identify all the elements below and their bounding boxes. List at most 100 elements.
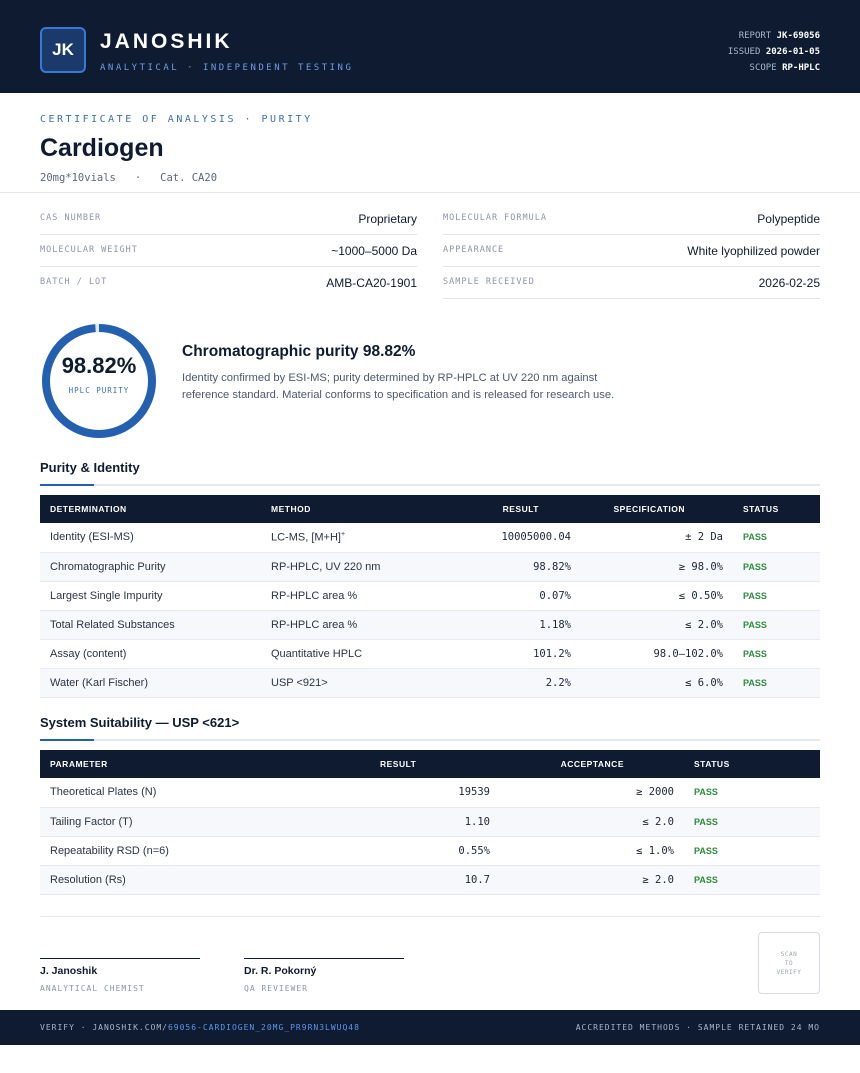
brand-name: JANOSHIK <box>100 30 233 53</box>
section-title-suitability: System Suitability — USP <621> <box>40 715 240 730</box>
qr-line: TO <box>784 959 794 967</box>
signature-divider <box>40 916 820 917</box>
qr-text: SCAN TO VERIFY <box>777 950 802 977</box>
catalog-number: Cat. CA20 <box>160 172 218 184</box>
result-cell: 98.82% <box>440 552 581 582</box>
signatory-role: ANALYTICAL CHEMIST <box>40 984 145 993</box>
parameter-cell: Tailing Factor (T) <box>40 807 370 837</box>
result-cell: 10.7 <box>370 865 500 895</box>
property-value: Proprietary <box>358 212 417 226</box>
status-badge: PASS <box>733 668 820 698</box>
issued-label: ISSUED <box>727 47 761 57</box>
status-badge: PASS <box>684 836 820 866</box>
property-value: AMB-CA20-1901 <box>326 276 417 290</box>
property-label: BATCH / LOT <box>40 277 108 287</box>
column-header: STATUS <box>694 759 730 769</box>
spec-cell: ≤ 0.50% <box>581 581 733 611</box>
result-cell: 10005000.04 <box>440 523 581 553</box>
status-badge: PASS <box>684 778 820 808</box>
property-received: SAMPLE RECEIVED 2026-02-25 <box>443 267 820 299</box>
document-kicker: CERTIFICATE OF ANALYSIS · PURITY <box>40 114 313 125</box>
header-bar: JK JANOSHIK ANALYTICAL · INDEPENDENT TES… <box>0 0 860 93</box>
column-header: RESULT <box>380 759 417 769</box>
result-cell: 19539 <box>370 778 500 808</box>
spec-cell: ≥ 98.0% <box>581 552 733 582</box>
status-badge: PASS <box>733 552 820 582</box>
property-value: Polypeptide <box>757 212 820 226</box>
separator-dot: · <box>134 172 142 184</box>
method-cell: RP-HPLC area % <box>261 610 440 640</box>
determination-cell: Total Related Substances <box>40 610 261 640</box>
scope-label: SCOPE <box>749 63 777 73</box>
status-badge: PASS <box>733 523 820 553</box>
property-formula: MOLECULAR FORMULA Polypeptide <box>443 203 820 235</box>
table-row: Chromatographic Purity RP-HPLC, UV 220 n… <box>40 552 820 582</box>
table-header-row: DETERMINATION METHOD RESULT SPECIFICATIO… <box>40 495 820 523</box>
property-label: APPEARANCE <box>443 245 505 255</box>
acceptance-cell: ≤ 2.0 <box>500 807 684 837</box>
signature-line <box>40 958 200 959</box>
product-subline: 20mg*10vials · Cat. CA20 <box>40 172 217 184</box>
method-cell: USP <921> <box>261 668 440 698</box>
status-badge: PASS <box>733 610 820 640</box>
purity-ring-label: HPLC PURITY <box>68 386 130 395</box>
purity-ring-arc <box>42 324 156 438</box>
signatory-name: J. Janoshik <box>40 965 98 977</box>
table-header-row: PARAMETER RESULT ACCEPTANCE STATUS <box>40 750 820 778</box>
report-row: REPORT JK-69056 <box>728 28 820 44</box>
table-row: Total Related Substances RP-HPLC area % … <box>40 610 820 640</box>
determination-cell: Assay (content) <box>40 639 261 669</box>
table-row: Repeatability RSD (n=6) 0.55% ≤ 1.0% PAS… <box>40 836 820 866</box>
section-rule-accent <box>40 739 94 741</box>
column-header: ACCEPTANCE <box>560 759 624 769</box>
verify-link[interactable]: 69056-CARDIOGEN_20MG_PR9RN3LWUQ48 <box>168 1023 360 1032</box>
report-value: JK-69056 <box>776 31 820 41</box>
verify-qr-placeholder[interactable]: SCAN TO VERIFY <box>758 932 820 994</box>
table-row: Largest Single Impurity RP-HPLC area % 0… <box>40 581 820 611</box>
section-rule-accent <box>40 484 94 486</box>
property-value: White lyophilized powder <box>687 244 820 258</box>
result-cell: 101.2% <box>440 639 581 669</box>
property-value: 2026-02-25 <box>758 276 820 290</box>
section-rule <box>40 739 820 741</box>
status-badge: PASS <box>684 865 820 895</box>
column-header: METHOD <box>271 504 311 514</box>
identity-table: DETERMINATION METHOD RESULT SPECIFICATIO… <box>40 495 820 698</box>
method-cell: LC-MS, [M+H]+ <box>261 523 440 553</box>
purity-heading: Chromatographic purity 98.82% <box>182 343 416 360</box>
qr-line: VERIFY <box>776 968 802 976</box>
determination-cell: Identity (ESI-MS) <box>40 523 261 553</box>
property-appearance: APPEARANCE White lyophilized powder <box>443 235 820 267</box>
purity-value: 98.82% <box>61 353 137 378</box>
purity-ring <box>42 324 156 438</box>
method-cell: RP-HPLC, UV 220 nm <box>261 552 440 582</box>
table-row: Water (Karl Fischer) USP <921> 2.2% ≤ 6.… <box>40 668 820 698</box>
property-label: SAMPLE RECEIVED <box>443 277 535 287</box>
spec-cell: ≤ 2.0% <box>581 610 733 640</box>
method-cell: Quantitative HPLC <box>261 639 440 669</box>
determination-cell: Largest Single Impurity <box>40 581 261 611</box>
property-label: MOLECULAR FORMULA <box>443 213 547 223</box>
suitability-table: PARAMETER RESULT ACCEPTANCE STATUS Theor… <box>40 750 820 895</box>
report-label: REPORT <box>738 31 772 41</box>
property-label: MOLECULAR WEIGHT <box>40 245 138 255</box>
acceptance-cell: ≥ 2.0 <box>500 865 684 895</box>
property-label: CAS NUMBER <box>40 213 102 223</box>
section-title-identity: Purity & Identity <box>40 460 140 475</box>
property-mw: MOLECULAR WEIGHT ~1000–5000 Da <box>40 235 417 267</box>
method-cell: RP-HPLC area % <box>261 581 440 611</box>
footer-note: ACCREDITED METHODS · SAMPLE RETAINED 24 … <box>575 1023 820 1032</box>
result-cell: 1.18% <box>440 610 581 640</box>
title-divider <box>0 192 860 193</box>
scope-row: SCOPE RP-HPLC <box>728 60 820 76</box>
result-cell: 1.10 <box>370 807 500 837</box>
scope-value: RP-HPLC <box>782 63 820 73</box>
result-cell: 0.07% <box>440 581 581 611</box>
status-badge: PASS <box>733 639 820 669</box>
determination-cell: Water (Karl Fischer) <box>40 668 261 698</box>
result-cell: 2.2% <box>440 668 581 698</box>
verify-prefix: VERIFY · JANOSHIK.COM/ <box>40 1023 168 1032</box>
table-row: Theoretical Plates (N) 19539 ≥ 2000 PASS <box>40 778 820 808</box>
spec-cell: ± 2 Da <box>581 523 733 553</box>
report-meta: REPORT JK-69056 ISSUED 2026-01-05 SCOPE … <box>728 28 820 76</box>
